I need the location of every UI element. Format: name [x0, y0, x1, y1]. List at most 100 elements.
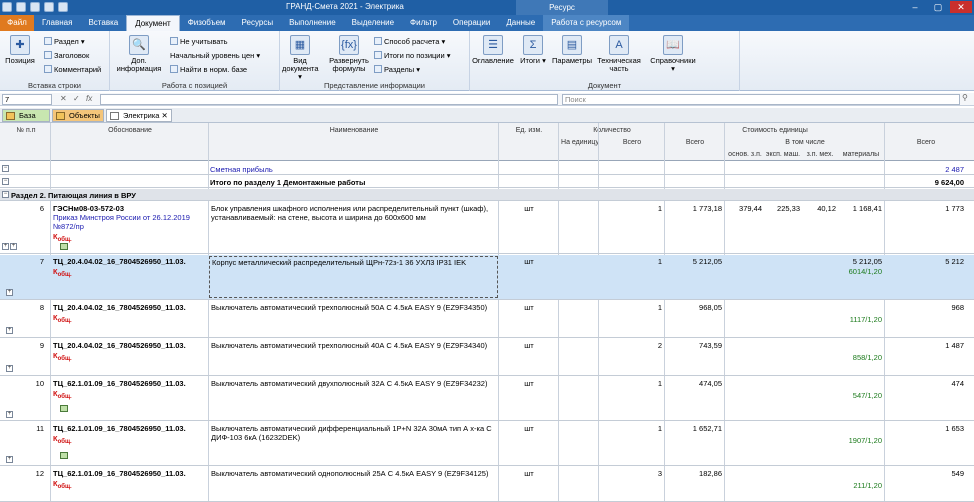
col-name[interactable]: Наименование — [210, 127, 498, 135]
col-zp-meh[interactable]: з.п. мех. — [802, 151, 838, 159]
resource-icon[interactable] — [60, 243, 68, 250]
find-in-base-button[interactable]: Найти в норм. базе — [170, 65, 247, 75]
minimize-button[interactable]: – — [904, 1, 926, 13]
document-icon: A — [609, 35, 629, 55]
collapse-icon[interactable]: − — [2, 165, 9, 172]
references-button[interactable]: 📖 Справочники ▾ — [648, 35, 698, 73]
expand-icon[interactable]: + — [10, 243, 17, 250]
col-cost-total[interactable]: Всего — [666, 139, 724, 147]
table-row[interactable]: 8 ТЦ_20.4.04.02_16_7804526950_11.03. Коб… — [0, 301, 974, 338]
confirm-icon[interactable]: ✓ — [73, 94, 80, 103]
redo-icon[interactable] — [44, 2, 54, 12]
expand-icon[interactable]: + — [6, 289, 13, 296]
section-button[interactable]: Раздел ▾ — [44, 37, 85, 47]
save-icon[interactable] — [16, 2, 26, 12]
group-label: Вставка строки — [28, 81, 81, 90]
not-count-button[interactable]: Не учитывать — [170, 37, 228, 47]
header-icon — [44, 51, 52, 59]
summary-row[interactable]: − Итого по разделу 1 Демонтажные работы … — [0, 176, 974, 188]
params-button[interactable]: ▤ Параметры — [552, 35, 592, 65]
collapse-icon[interactable]: − — [2, 191, 9, 198]
section-title: Раздел 2. Питающая линия в ВРУ — [11, 191, 136, 200]
col-basis[interactable]: Обоснование — [52, 127, 208, 135]
book-icon: 📖 — [663, 35, 683, 55]
tab-electrics[interactable]: Электрика ✕ — [106, 109, 172, 122]
tab-resource-work[interactable]: Работа с ресурсом — [543, 15, 630, 31]
group-label: Документ — [587, 81, 622, 90]
app-icon[interactable] — [2, 2, 12, 12]
summary-row[interactable]: − Сметная прибыль 2 487 — [0, 163, 974, 175]
col-unit-cost[interactable]: Стоимость единицы — [666, 127, 884, 135]
table-row[interactable]: 6 ГЭСНм08-03-572-03 Приказ Минстроя Росс… — [0, 202, 974, 254]
ribbon: ✚ Позиция Раздел ▾ Заголовок Комментарий… — [0, 31, 974, 91]
undo-icon[interactable] — [30, 2, 40, 12]
tab-base[interactable]: База — [2, 109, 50, 122]
magnifier-icon: 🔍 — [129, 35, 149, 55]
table-row-selected[interactable]: 7 ТЦ_20.4.04.02_16_7804526950_11.03. Коб… — [0, 255, 974, 300]
expand-icon[interactable]: + — [2, 243, 9, 250]
close-button[interactable]: ✕ — [950, 1, 972, 13]
tab-objects[interactable]: Объекты — [52, 109, 104, 122]
resource-icon[interactable] — [60, 452, 68, 459]
col-unit[interactable]: Ед. изм. — [500, 127, 558, 135]
tech-part-button[interactable]: A Техническая часть — [596, 35, 642, 73]
print-icon[interactable] — [58, 2, 68, 12]
col-materials[interactable]: материалы — [838, 151, 884, 159]
col-qty-per-unit[interactable]: На единицу — [560, 139, 600, 147]
tab-insert[interactable]: Вставка — [80, 15, 126, 31]
fx-icon[interactable]: fx — [86, 94, 92, 103]
expand-icon[interactable]: + — [6, 327, 13, 334]
col-num[interactable]: № п.п — [14, 127, 38, 135]
col-qty-total[interactable]: Всего — [600, 139, 664, 147]
tab-document[interactable]: Документ — [126, 15, 180, 31]
col-osn-zp[interactable]: основ. з.п. — [726, 151, 764, 159]
totals-button[interactable]: Σ Итоги ▾ — [520, 35, 546, 65]
tab-operations[interactable]: Операции — [445, 15, 498, 31]
maximize-button[interactable]: ▢ — [927, 1, 949, 13]
resource-icon[interactable] — [60, 405, 68, 412]
tab-physvolume[interactable]: Физобъем — [180, 15, 234, 31]
col-qty[interactable]: Количество — [560, 127, 664, 135]
formula-input[interactable] — [100, 94, 558, 105]
search-icon[interactable]: ⚲ — [962, 93, 968, 102]
title-bar: ГРАНД-Смета 2021 - Электрика Ресурс – ▢ … — [0, 0, 974, 15]
koef-label: Кобщ. — [53, 351, 72, 362]
ribbon-tabs: Файл Главная Вставка Документ Физобъем Р… — [0, 15, 974, 31]
tab-home[interactable]: Главная — [34, 15, 80, 31]
tab-selection[interactable]: Выделение — [344, 15, 402, 31]
table-row[interactable]: 12 ТЦ_62.1.01.09_16_7804526950_11.03. Ко… — [0, 467, 974, 502]
tab-resources[interactable]: Ресурсы — [234, 15, 282, 31]
tab-execution[interactable]: Выполнение — [281, 15, 344, 31]
search-input[interactable]: Поиск — [562, 94, 960, 105]
sections-dropdown[interactable]: Разделы ▾ — [374, 65, 420, 75]
tab-data[interactable]: Данные — [498, 15, 543, 31]
expand-icon[interactable]: + — [6, 411, 13, 418]
view-document-button[interactable]: ▦ Вид документа ▾ — [282, 35, 319, 81]
table-row[interactable]: 9 ТЦ_20.4.04.02_16_7804526950_11.03. Коб… — [0, 339, 974, 376]
table-row[interactable]: 11 ТЦ_62.1.01.09_16_7804526950_11.03. Ко… — [0, 422, 974, 466]
comment-button[interactable]: Комментарий — [44, 65, 101, 75]
extra-info-button[interactable]: 🔍 Доп. информация — [116, 35, 162, 73]
folder-icon — [56, 112, 65, 120]
initial-price-dropdown[interactable]: Начальный уровень цен ▾ — [170, 51, 260, 61]
collapse-icon[interactable]: − — [2, 178, 9, 185]
expand-icon[interactable]: + — [6, 365, 13, 372]
section-header-row[interactable]: − Раздел 2. Питающая линия в ВРУ — [0, 189, 974, 201]
totals-by-position-dropdown[interactable]: Итоги по позиции ▾ — [374, 51, 451, 61]
group-insert-row: ✚ Позиция Раздел ▾ Заголовок Комментарий… — [0, 31, 110, 91]
group-positions: 🔍 Доп. информация Не учитывать Начальный… — [110, 31, 280, 91]
expand-icon[interactable]: + — [6, 456, 13, 463]
calc-method-dropdown[interactable]: Способ расчета ▾ — [374, 37, 445, 47]
position-button[interactable]: ✚ Позиция — [4, 35, 36, 65]
col-grand-total[interactable]: Всего — [886, 139, 966, 147]
header-button[interactable]: Заголовок — [44, 51, 89, 61]
contents-button[interactable]: ☰ Оглавление — [470, 35, 516, 65]
cell-address-field[interactable]: 7 — [2, 94, 52, 105]
expand-formulas-button[interactable]: {fx} Развернуть формулы — [328, 35, 370, 73]
tab-filter[interactable]: Фильтр — [402, 15, 445, 31]
col-eksp-mash[interactable]: эксп. маш. — [764, 151, 802, 159]
table-row[interactable]: 10 ТЦ_62.1.01.09_16_7804526950_11.03. Ко… — [0, 377, 974, 421]
tab-file[interactable]: Файл — [0, 15, 34, 31]
cancel-icon[interactable]: ✕ — [60, 94, 67, 103]
name-cell-editing[interactable]: Корпус металлический распределительный Щ… — [209, 256, 498, 298]
